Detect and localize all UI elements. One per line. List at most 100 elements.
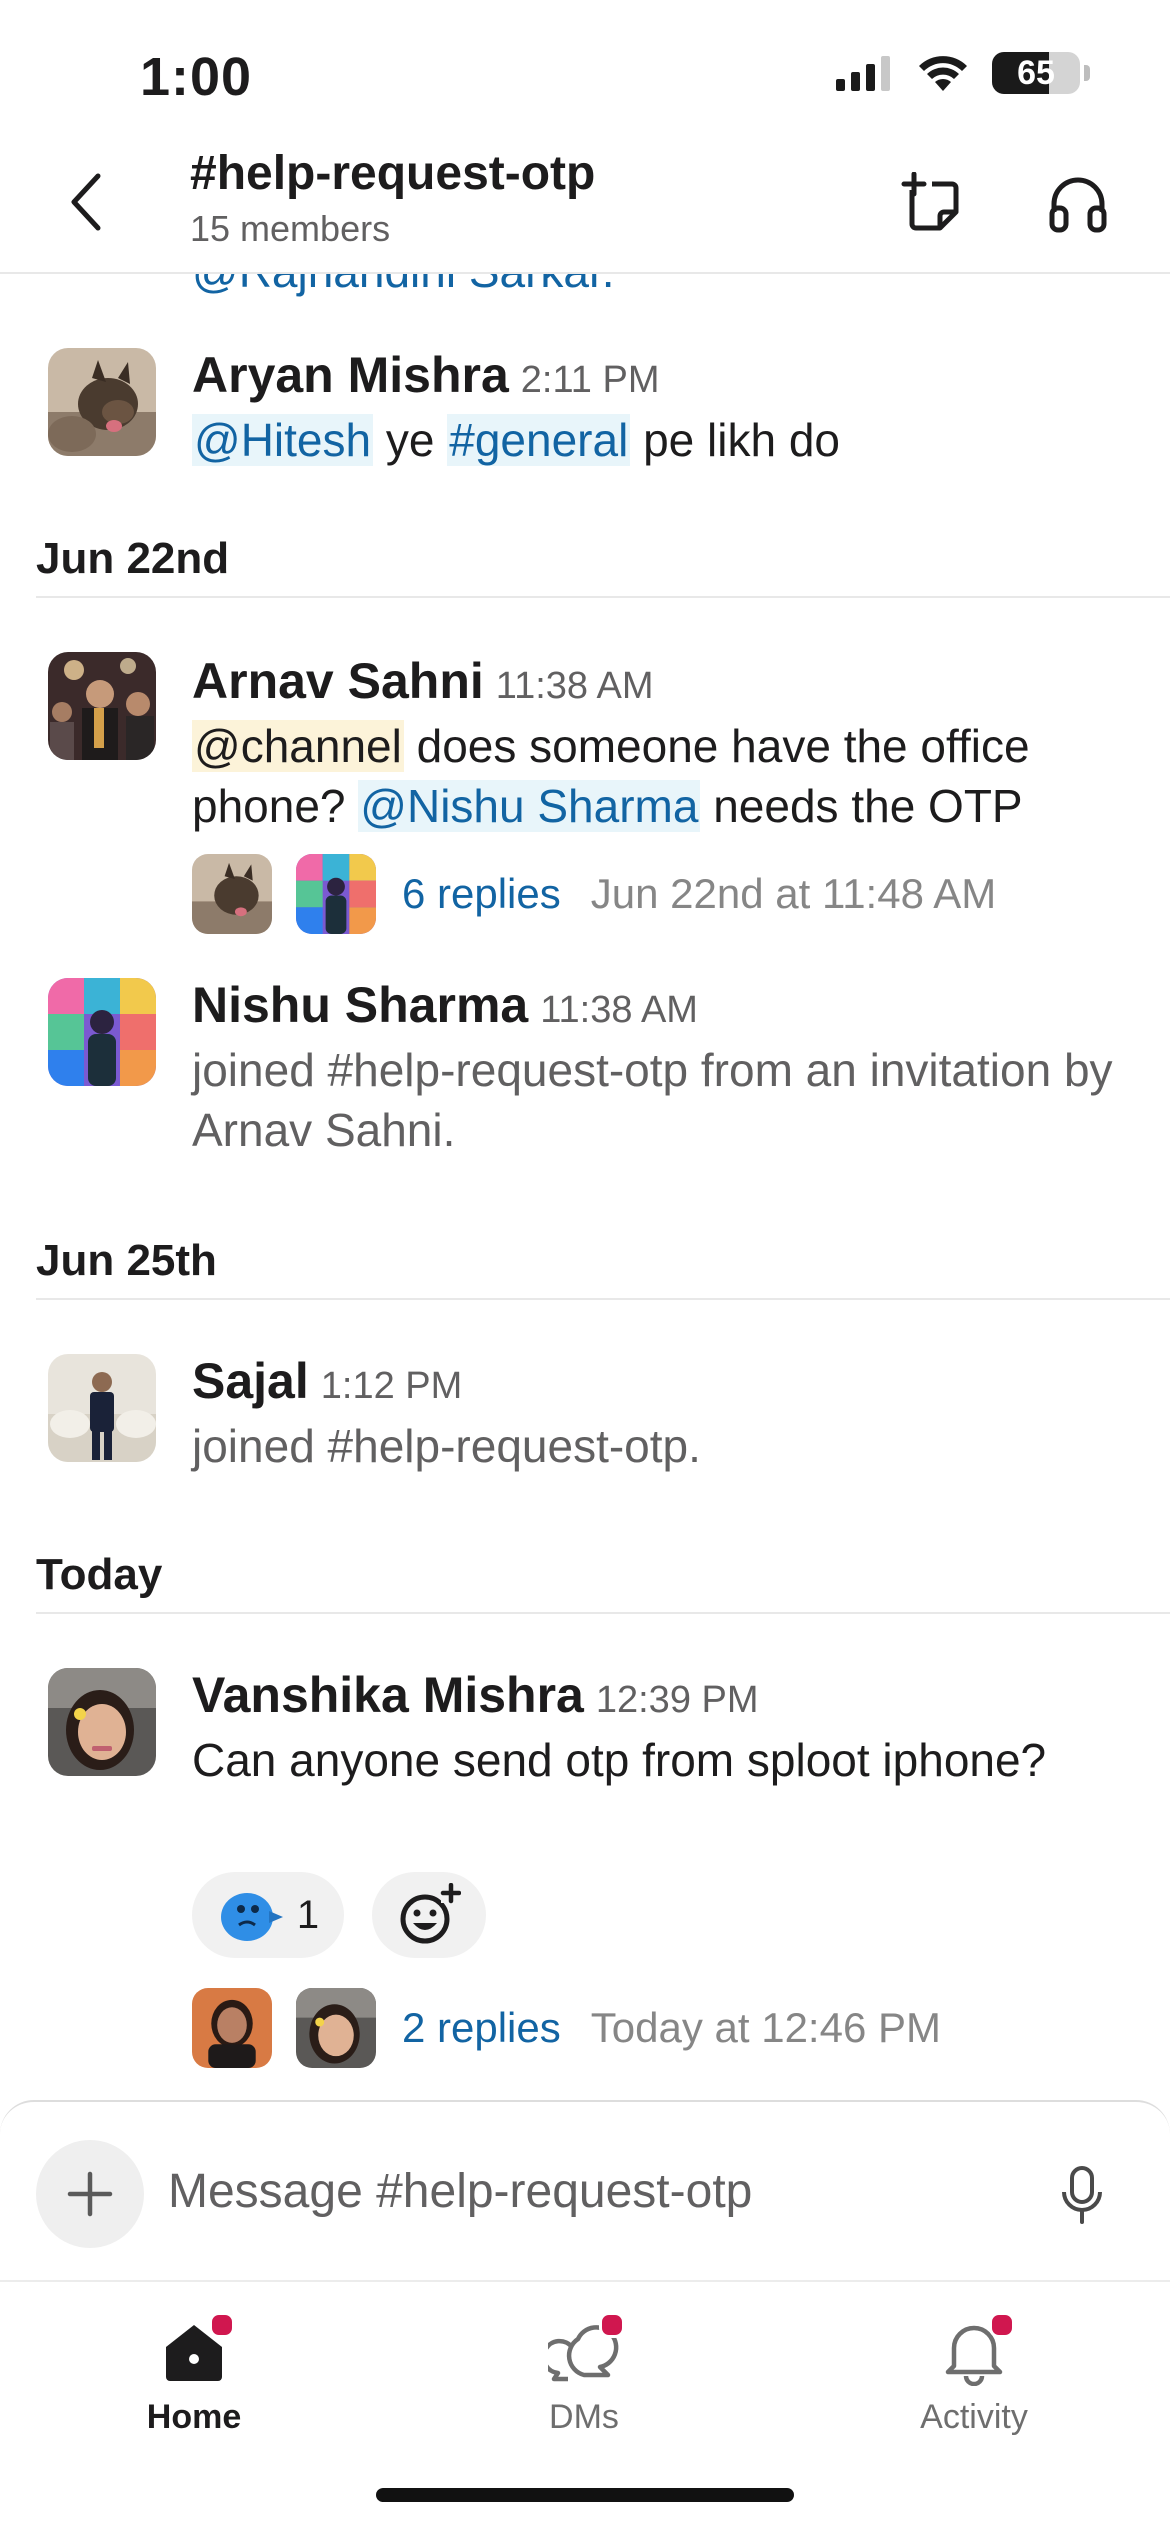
headphones-icon [1049,177,1107,233]
thread-participant-avatar [296,854,376,934]
date-divider: Today [36,1550,1170,1614]
message-header: Nishu Sharma 11:38 AM [192,976,698,1034]
last-reply-time: Jun 22nd at 11:48 AM [590,870,997,917]
avatar-person-photo [192,1988,272,2068]
message-time: 11:38 AM [540,989,698,1031]
voice-message-button[interactable] [1050,2160,1114,2232]
avatar-dog-photo [48,348,156,456]
home-indicator [376,2488,794,2502]
avatar-colorful-wall-photo [296,854,376,934]
tab-activity[interactable]: Activity [854,2306,1094,2437]
author-name[interactable]: Nishu Sharma [192,977,528,1033]
microphone-icon [1062,2166,1102,2224]
avatar-colorful-wall-photo [48,978,156,1086]
thread-participant-avatar [192,1988,272,2068]
message-time: 11:38 AM [495,665,654,707]
user-mention[interactable]: @Nishu Sharma [358,780,701,832]
avatar[interactable] [48,348,156,456]
unread-dot [599,2312,625,2338]
message-text: Can anyone send otp from sploot iphone? [192,1734,1047,1786]
date-divider-label: Jun 25th [36,1236,217,1285]
author-name[interactable]: Vanshika Mishra [192,1667,584,1723]
tab-dms[interactable]: DMs [464,2306,704,2437]
message-composer: Message #help-request-otp [0,2100,1170,2282]
add-reaction-button[interactable] [372,1872,486,1958]
system-message-text: joined #help-request-otp. [192,1420,701,1472]
battery-percent: 65 [1017,53,1055,92]
canvas-add-icon [901,172,959,231]
reaction-row: 1 [192,1872,486,1958]
avatar-dog-photo [192,854,272,934]
tab-home[interactable]: Home [74,2306,314,2437]
message-text-segment: needs the OTP [700,780,1023,832]
message-input[interactable]: Message #help-request-otp [168,2164,752,2219]
author-name[interactable]: Sajal [192,1353,309,1409]
tab-icon-wrap [929,2306,1019,2396]
avatar-selfie-photo [296,1988,376,2068]
message-text-segment: ye [373,414,448,466]
attach-button[interactable] [36,2140,144,2248]
avatar[interactable] [48,978,156,1086]
chevron-left-icon [71,173,101,231]
thread-participant-avatar [192,854,272,934]
reaction-chip[interactable]: 1 [192,1872,344,1958]
battery-nub [1084,65,1090,81]
message-header: Aryan Mishra 2:11 PM [192,346,659,404]
thread-summary[interactable]: 2 replies Today at 12:46 PM [192,1988,941,2068]
unread-dot [989,2312,1015,2338]
system-message-text: joined #help-request-otp from an invitat… [192,1044,1113,1156]
author-name[interactable]: Arnav Sahni [192,653,484,709]
channel-title[interactable]: #help-request-otp [190,146,595,201]
message-time: 12:39 PM [595,1679,759,1721]
avatar-person-photo [48,1354,156,1462]
battery-indicator: 65 [992,52,1080,94]
date-divider: Jun 22nd [36,534,1170,598]
reply-count[interactable]: 2 replies [402,2004,561,2052]
tab-label: Home [146,2398,242,2436]
message-feed[interactable]: @Rajnandini Sarkar. Aryan Mishra2:11 PM … [0,272,1170,2102]
huddle-button[interactable] [1042,168,1114,240]
cut-off-message-text: @Rajnandini Sarkar. [192,272,615,298]
message-text: @channel does someone have the office ph… [192,716,1122,836]
message-time: 1:12 PM [320,1365,463,1407]
thinking-bird-emoji [220,1893,283,1941]
user-mention[interactable]: @Hitesh [192,414,374,466]
cellular-signal-icon [836,56,890,91]
last-reply-time: Today at 12:46 PM [590,2004,941,2051]
tab-label: DMs [549,2398,619,2436]
message-time: 2:11 PM [520,359,660,401]
thread-summary[interactable]: 6 replies Jun 22nd at 11:48 AM [192,854,996,934]
status-bar: 1:00 65 [0,0,1170,140]
tab-label: Activity [920,2398,1028,2436]
message-text: @Hitesh ye #general pe likh do [192,410,1122,470]
avatar-group-photo [48,652,156,760]
message-header: Vanshika Mishra 12:39 PM [192,1666,759,1724]
avatar[interactable] [48,652,156,760]
author-name[interactable]: Aryan Mishra [192,347,509,403]
plus-icon [67,2171,113,2217]
date-divider-label: Jun 22nd [36,534,230,583]
reaction-count: 1 [296,1892,320,1937]
message-text-segment: pe likh do [630,414,840,466]
avatar[interactable] [48,1354,156,1462]
tab-icon-wrap [149,2306,239,2396]
avatar[interactable] [48,1668,156,1776]
channel-link[interactable]: #general [447,414,631,466]
channel-header: #help-request-otp 15 members [0,140,1170,274]
message-header: Arnav Sahni 11:38 AM [192,652,653,710]
thread-participant-avatar [296,1988,376,2068]
date-divider-label: Today [36,1550,163,1599]
date-divider: Jun 25th [36,1236,1170,1300]
wifi-icon [919,56,967,91]
channel-mention: @channel [192,720,404,772]
message-header: Sajal 1:12 PM [192,1352,462,1410]
status-time: 1:00 [140,47,253,107]
member-count[interactable]: 15 members [190,208,390,250]
canvas-button[interactable] [896,168,968,240]
status-icons: 65 [834,52,1090,94]
unread-dot [209,2312,235,2338]
reply-count[interactable]: 6 replies [402,870,561,918]
avatar-selfie-photo [48,1668,156,1776]
add-reaction-icon [400,1883,461,1944]
back-button[interactable] [56,162,116,242]
